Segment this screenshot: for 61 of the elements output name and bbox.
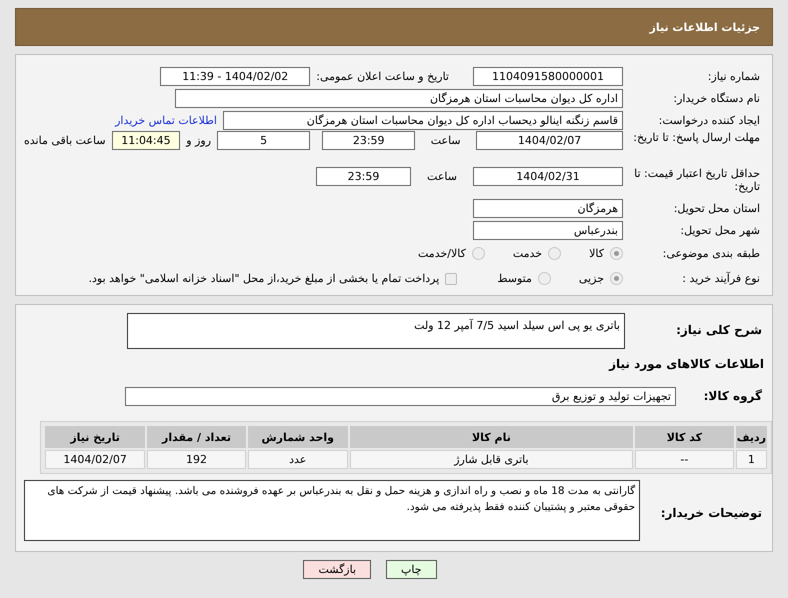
field-label: تاریخ و ساعت اعلان عمومی: — [316, 70, 449, 82]
field-label: شرح کلی نیاز: — [675, 323, 763, 337]
days-label: روز و — [186, 134, 212, 147]
radio-button[interactable] — [472, 247, 485, 260]
radio-button[interactable] — [610, 272, 623, 285]
radio-label: جزیی — [578, 272, 604, 285]
column-header: کد کالا — [635, 426, 734, 448]
table-cell: عدد — [248, 450, 348, 469]
contact-link[interactable]: اطلاعات تماس خریدار — [115, 114, 217, 126]
field-label: گروه کالا: — [702, 389, 763, 403]
table-cell: 1404/02/07 — [45, 450, 146, 469]
radio-label: خدمت — [512, 247, 542, 260]
column-header: نام کالا — [350, 426, 633, 448]
remaining-time-field: 11:04:45 — [112, 131, 180, 150]
column-header: تاریخ نیاز — [45, 426, 146, 448]
radio-label: کالا/خدمت — [418, 247, 466, 260]
radio-button[interactable] — [548, 247, 562, 260]
time-label: ساعت — [430, 134, 462, 147]
radio-label: متوسط — [497, 272, 532, 285]
radio-label: کالا — [589, 247, 604, 260]
validity-time-field: 23:59 — [316, 167, 411, 186]
back-button[interactable]: بازگشت — [303, 560, 372, 579]
table-cell: 192 — [147, 450, 246, 469]
description-field[interactable]: باتری یو پی اس سیلد اسید 7/5 آمپر 12 ولت — [127, 313, 625, 349]
requester-field: قاسم زنگنه اینالو دیحساب اداره کل دیوان محاسبات استان هرمزگان — [223, 110, 623, 130]
field-label: مهلت ارسال پاسخ: تا تاریخ: — [632, 131, 761, 144]
header-title: جزئیات اطلاعات نیاز — [650, 20, 760, 34]
table-cell: 1 — [736, 450, 767, 469]
section-heading: اطلاعات کالاهای مورد نیاز — [608, 357, 764, 371]
field-label: استان محل تحویل: — [672, 202, 761, 214]
buyer-notes-field[interactable]: گارانتی به مدت 18 ماه و نصب و راه اندازی و هزینه حمل و نقل به بندرعباس بر عهده فروشنده می باشد. پیشنهاد قیمت از شرکت های حقوقی معتبر و پشتیبان کننده فقط پذیرفته می شود. — [24, 480, 640, 541]
table-cell: باتری قابل شارژ — [350, 450, 633, 469]
province-field: هرمزگان — [473, 198, 623, 218]
field-label: ایجاد کننده درخواست: — [658, 114, 761, 126]
city-field: بندرعباس — [473, 220, 623, 240]
checkbox[interactable] — [445, 272, 458, 284]
days-field: 5 — [217, 131, 310, 150]
deadline-date-field: 1404/02/07 — [476, 131, 623, 150]
field-label: شماره نیاز: — [706, 70, 761, 82]
field-label: نوع فرآیند خرید : — [681, 272, 761, 285]
treasury-note: پرداخت تمام یا بخشی از مبلغ خرید،از محل "اسناد خزانه اسلامی" خواهد بود. — [88, 272, 440, 285]
field-label: طبقه بندی موضوعی: — [662, 247, 761, 260]
buyer-org-field: اداره کل دیوان محاسبات استان هرمزگان — [175, 88, 623, 108]
validity-date-field: 1404/02/31 — [473, 167, 623, 186]
announce-date-field: 1404/02/02 - 11:39 — [160, 66, 310, 86]
print-button[interactable]: چاپ — [386, 560, 437, 579]
field-label: شهر محل تحویل: — [679, 224, 761, 236]
deadline-time-field: 23:59 — [322, 131, 416, 150]
radio-button[interactable] — [538, 272, 551, 285]
column-header: ردیف — [736, 426, 767, 448]
goods-group-field: تجهیزات تولید و توزیع برق — [125, 386, 676, 406]
field-label: نام دستگاه خریدار: — [672, 92, 761, 104]
column-header: تعداد / مقدار — [147, 426, 246, 448]
column-header: واحد شمارش — [248, 426, 348, 448]
table-cell: -- — [635, 450, 734, 469]
radio-button[interactable] — [610, 247, 623, 260]
remaining-label: ساعت باقی مانده — [24, 134, 106, 147]
field-label: توضیحات خریدار: — [660, 506, 763, 520]
field-label: حداقل تاریخ اعتبار قیمت: تا تاریخ: — [633, 167, 761, 193]
time-label: ساعت — [426, 170, 458, 183]
need-number-field: 1104091580000001 — [473, 66, 623, 86]
